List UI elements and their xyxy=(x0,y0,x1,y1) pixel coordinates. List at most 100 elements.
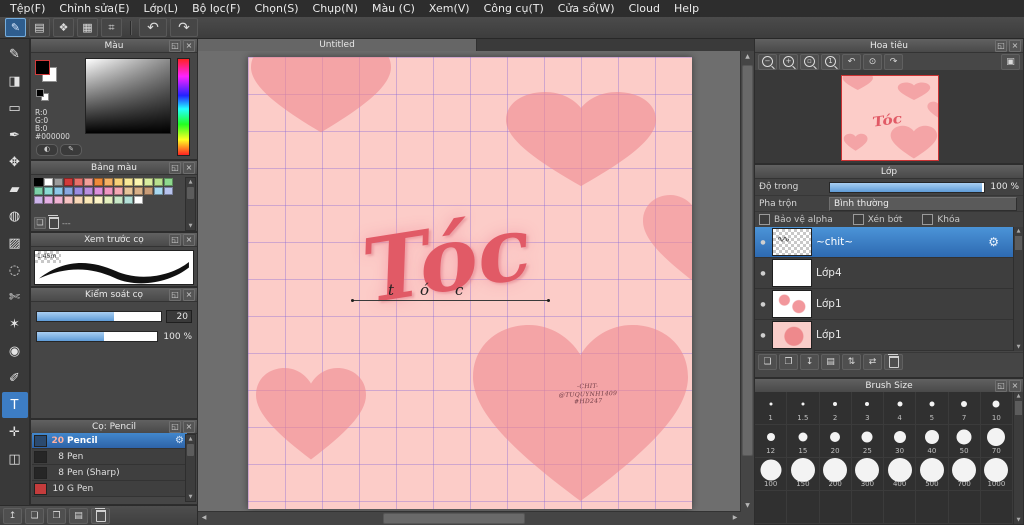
foreground-color-swatch[interactable] xyxy=(35,60,50,75)
float-panel-icon[interactable]: ◱ xyxy=(169,162,181,174)
palette-swatch-23[interactable] xyxy=(124,187,133,195)
add-layer-button[interactable]: ❏ xyxy=(758,353,777,370)
delete-layer-button[interactable] xyxy=(884,353,903,370)
palette-swatch-31[interactable] xyxy=(64,196,73,204)
brush-size-50[interactable]: 50 xyxy=(948,425,981,458)
mini-fg-swatch[interactable] xyxy=(36,89,44,97)
menu-item-6[interactable]: Màu (C) xyxy=(365,1,422,16)
float-panel-icon[interactable]: ◱ xyxy=(169,234,181,246)
palette-swatch-6[interactable] xyxy=(94,178,103,186)
layer-row-3[interactable]: ● Lớp1 xyxy=(755,320,1013,351)
brush-size-30[interactable]: 30 xyxy=(884,425,917,458)
close-panel-icon[interactable]: × xyxy=(1009,380,1021,392)
scrollbar-thumb[interactable] xyxy=(1015,401,1022,415)
blend-mode-dropdown[interactable]: Bình thường xyxy=(829,196,1017,211)
palette-swatch-16[interactable] xyxy=(54,187,63,195)
rotate-left-button[interactable]: ↶ xyxy=(842,53,861,70)
navigator-thumbnail[interactable]: Tóc xyxy=(841,75,939,161)
hand-tool[interactable]: ✛ xyxy=(2,419,28,445)
brush-size-1000[interactable]: 1000 xyxy=(980,458,1013,491)
palette-swatch-19[interactable] xyxy=(84,187,93,195)
brush-size-400[interactable]: 400 xyxy=(884,458,917,491)
brush-item-1[interactable]: 8 Pen xyxy=(32,449,187,465)
palette-swatch-29[interactable] xyxy=(44,196,53,204)
navigator-header[interactable]: Hoa tiêu ◱ × xyxy=(755,39,1023,53)
save-button[interactable]: ▤ xyxy=(29,18,50,37)
brush-list-header[interactable]: Cọ: Pencil ◱ × xyxy=(31,420,197,434)
transfer-layer-button[interactable]: ⇄ xyxy=(863,353,882,370)
brush-size-header[interactable]: Brush Size ◱ × xyxy=(755,379,1023,393)
palette-swatch-17[interactable] xyxy=(64,187,73,195)
close-panel-icon[interactable]: × xyxy=(1009,40,1021,52)
brush-mode-button[interactable]: ✎ xyxy=(5,18,26,37)
brush-item-3[interactable]: 10 G Pen xyxy=(32,481,187,497)
lock-checkbox[interactable]: Khóa xyxy=(922,214,960,225)
menu-item-9[interactable]: Cửa sổ(W) xyxy=(551,1,622,16)
document-tab[interactable]: Untitled xyxy=(198,38,477,51)
brush-preview-header[interactable]: Xem trước cọ ◱ × xyxy=(31,233,197,247)
menu-item-10[interactable]: Cloud xyxy=(622,1,667,16)
brush-item-0[interactable]: 20 Pencil ⚙ xyxy=(32,433,187,449)
palette-swatch-30[interactable] xyxy=(54,196,63,204)
layer-list-scrollbar[interactable]: ▲ ▼ xyxy=(1013,227,1023,351)
close-panel-icon[interactable]: × xyxy=(183,289,195,301)
palette-swatch-1[interactable] xyxy=(44,178,53,186)
bucket-tool[interactable]: ◍ xyxy=(2,203,28,229)
close-panel-icon[interactable]: × xyxy=(183,40,195,52)
scroll-up-icon[interactable]: ▲ xyxy=(186,178,195,186)
palette-swatch-10[interactable] xyxy=(134,178,143,186)
gradient-tool[interactable]: ▨ xyxy=(2,230,28,256)
rotate-reset-button[interactable]: ⊙ xyxy=(863,53,882,70)
gear-icon[interactable]: ⚙ xyxy=(988,235,999,249)
brush-size-40[interactable]: 40 xyxy=(916,425,949,458)
palette-swatch-12[interactable] xyxy=(154,178,163,186)
pen-tool[interactable]: ✒ xyxy=(2,122,28,148)
palette-swatch-20[interactable] xyxy=(94,187,103,195)
color-wheel-button[interactable]: ◐ xyxy=(36,144,58,156)
menu-item-3[interactable]: Bộ lọc(F) xyxy=(185,1,248,16)
protect-alpha-checkbox[interactable]: Bảo vệ alpha xyxy=(759,214,833,225)
brush-item-2[interactable]: 8 Pen (Sharp) xyxy=(32,465,187,481)
add-swatch-icon[interactable]: ❏ xyxy=(34,217,46,229)
menu-item-11[interactable]: Help xyxy=(667,1,706,16)
palette-swatch-14[interactable] xyxy=(34,187,43,195)
visibility-dot[interactable]: ● xyxy=(758,239,768,246)
text-tool[interactable]: T xyxy=(1,392,28,418)
lasso-tool[interactable]: ✄ xyxy=(2,284,28,310)
palette-swatch-15[interactable] xyxy=(44,187,53,195)
folder-button[interactable]: ▤ xyxy=(69,507,88,524)
brush-size-12[interactable]: 12 xyxy=(755,425,788,458)
float-panel-icon[interactable]: ◱ xyxy=(169,40,181,52)
palette-swatch-5[interactable] xyxy=(84,178,93,186)
scroll-right-icon[interactable]: ▶ xyxy=(729,512,741,525)
spread-view-button[interactable]: ▣ xyxy=(1001,53,1020,70)
palette-swatch-11[interactable] xyxy=(144,178,153,186)
palette-swatch-35[interactable] xyxy=(104,196,113,204)
scrollbar-thumb[interactable] xyxy=(187,444,194,456)
canvas-viewport[interactable]: Tóc tóc -CHIT- @TUQUYNH1409 #HD247 xyxy=(198,51,741,512)
scroll-up-icon[interactable]: ▲ xyxy=(741,51,754,63)
palette-swatch-27[interactable] xyxy=(164,187,173,195)
palette-swatch-3[interactable] xyxy=(64,178,73,186)
comment-button[interactable]: ❖ xyxy=(53,18,74,37)
brush-list-scrollbar[interactable]: ▲ ▼ xyxy=(185,434,196,502)
grid-button[interactable]: ⌗ xyxy=(101,18,122,37)
brush-size-20[interactable]: 20 xyxy=(819,425,852,458)
float-panel-icon[interactable]: ◱ xyxy=(995,380,1007,392)
brush-size-300[interactable]: 300 xyxy=(851,458,884,491)
palette-swatch-4[interactable] xyxy=(74,178,83,186)
redo-button[interactable]: ↷ xyxy=(170,18,198,37)
frame-tool[interactable]: ◫ xyxy=(2,446,28,472)
layer-row-0[interactable]: ● ~chit~ ⚙ xyxy=(755,227,1013,258)
add-folder-button[interactable]: ▤ xyxy=(821,353,840,370)
duplicate-canvas-button[interactable]: ❐ xyxy=(47,507,66,524)
delete-button[interactable] xyxy=(91,507,110,524)
layer-row-1[interactable]: ● Lớp4 xyxy=(755,258,1013,289)
zoom-in-button[interactable]: + xyxy=(779,53,798,70)
scroll-up-icon[interactable]: ▲ xyxy=(1014,227,1023,235)
zoom-fit-button[interactable]: ▫ xyxy=(800,53,819,70)
scroll-down-icon[interactable]: ▼ xyxy=(186,222,195,230)
scroll-down-icon[interactable]: ▼ xyxy=(1014,516,1023,524)
brush-size-150[interactable]: 150 xyxy=(787,458,820,491)
layer-opacity-slider[interactable] xyxy=(829,181,985,193)
